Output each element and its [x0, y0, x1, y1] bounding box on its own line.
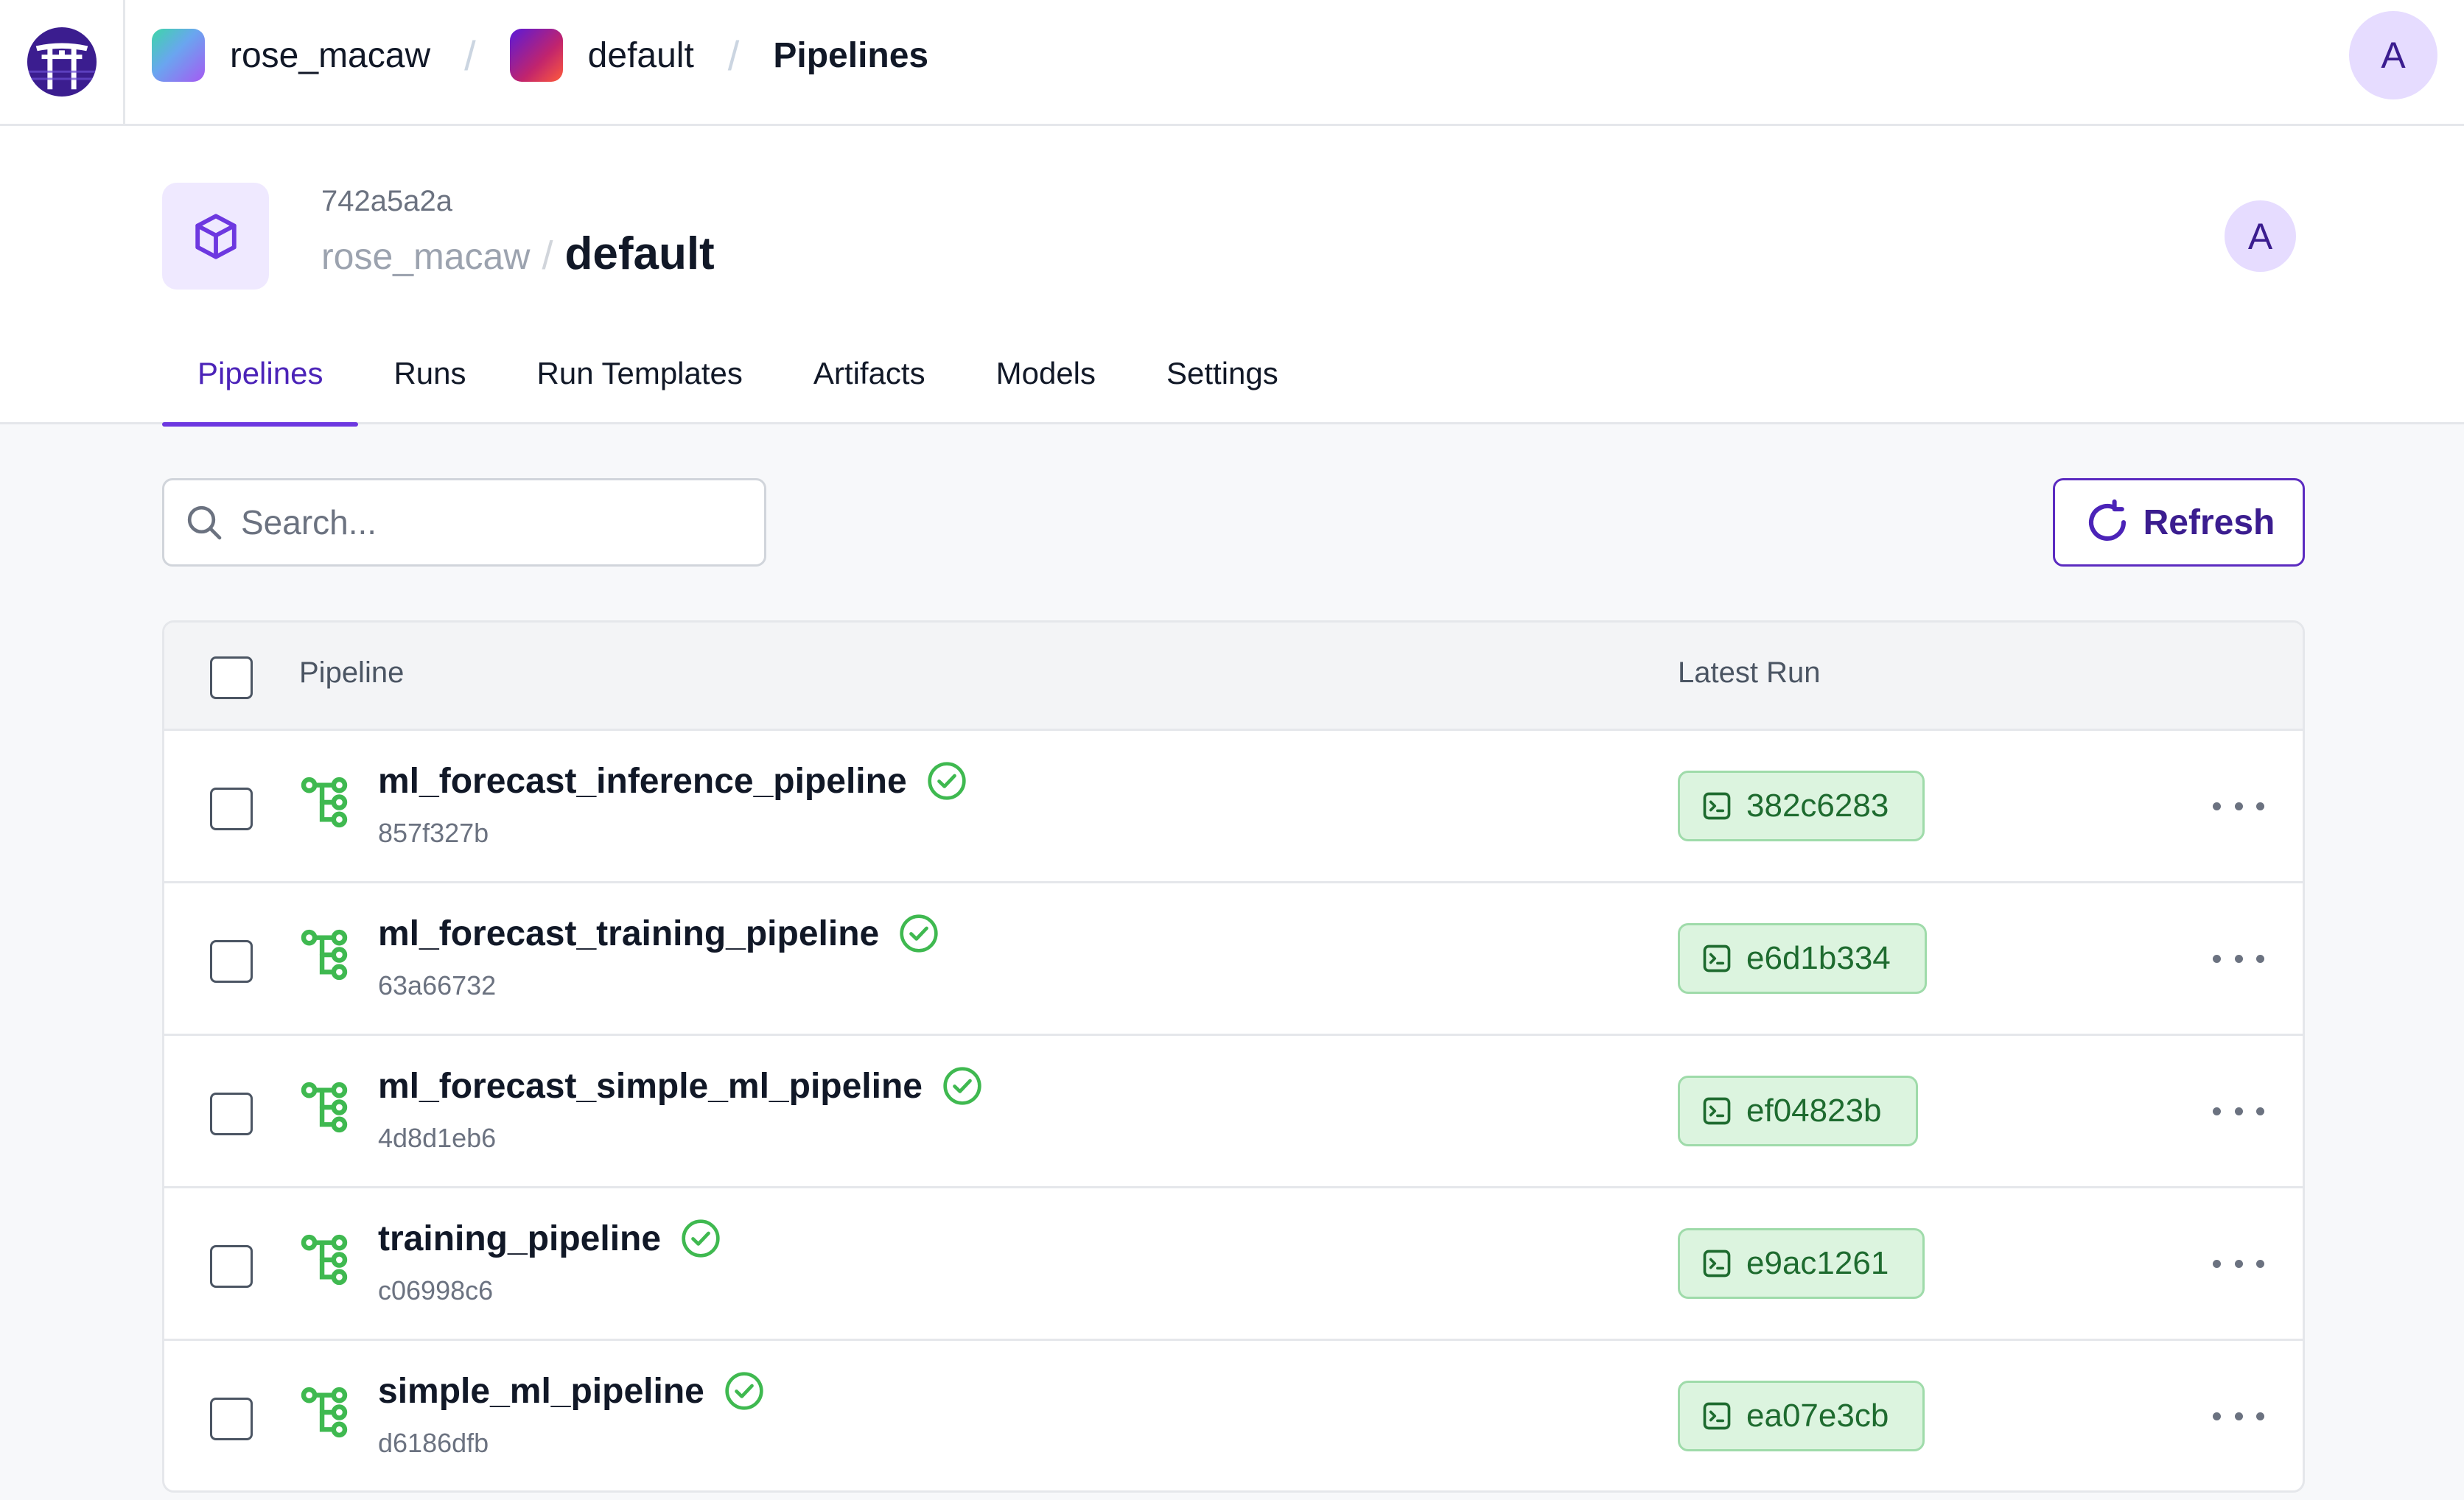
breadcrumb-tenant[interactable]: rose_macaw — [152, 29, 430, 82]
terminal-icon — [1703, 1250, 1731, 1278]
pipeline-id: 857f327b — [378, 818, 489, 848]
check-circle-icon — [927, 762, 966, 800]
tab-artifacts[interactable]: Artifacts — [778, 347, 961, 424]
pipeline-name-label: training_pipeline — [378, 1219, 662, 1258]
latest-run-badge[interactable]: ea07e3cb — [1678, 1381, 1925, 1451]
more-horizontal-icon[interactable] — [2213, 791, 2264, 821]
table-row[interactable]: training_pipeline c06998c6 e9ac1261 — [164, 1188, 2303, 1341]
breadcrumb-current-page: Pipelines — [773, 35, 929, 75]
select-all-checkbox[interactable] — [210, 656, 253, 699]
latest-run-badge[interactable]: ef04823b — [1678, 1076, 1918, 1146]
terminal-icon — [1703, 944, 1731, 972]
table-body: ml_forecast_inference_pipeline 857f327b … — [164, 731, 2303, 1490]
breadcrumb-workspace[interactable]: default — [509, 29, 694, 82]
pipeline-id: 4d8d1eb6 — [378, 1123, 497, 1153]
pipeline-tree-icon — [301, 1387, 348, 1438]
breadcrumb-workspace-label: default — [587, 35, 694, 75]
project-name: default — [564, 228, 715, 279]
breadcrumb: rose_macaw / default / Pipelines — [152, 0, 928, 111]
table-row[interactable]: ml_forecast_inference_pipeline 857f327b … — [164, 731, 2303, 883]
refresh-button-label: Refresh — [2143, 502, 2275, 542]
row-checkbox[interactable] — [210, 1245, 253, 1288]
search-input[interactable] — [241, 502, 742, 542]
tab-settings[interactable]: Settings — [1131, 347, 1314, 424]
check-circle-icon — [900, 914, 938, 953]
table-row[interactable]: ml_forecast_simple_ml_pipeline 4d8d1eb6 … — [164, 1036, 2303, 1188]
row-checkbox[interactable] — [210, 788, 253, 830]
pipeline-name[interactable]: simple_ml_pipeline — [378, 1370, 765, 1412]
latest-run-badge[interactable]: 382c6283 — [1678, 771, 1925, 841]
pipeline-name-label: ml_forecast_training_pipeline — [378, 914, 880, 953]
tenant-avatar — [152, 29, 205, 82]
project-title-separator: / — [542, 234, 553, 278]
project-icon-tile — [162, 183, 269, 290]
project-avatar[interactable]: A — [2225, 200, 2296, 272]
pipeline-name[interactable]: training_pipeline — [378, 1218, 721, 1259]
check-circle-icon — [725, 1372, 763, 1410]
cube-icon — [195, 213, 237, 259]
refresh-icon — [2088, 499, 2126, 541]
pipeline-name[interactable]: ml_forecast_inference_pipeline — [378, 760, 967, 802]
pipeline-tree-icon — [301, 1234, 348, 1286]
terminal-icon — [1703, 1402, 1731, 1430]
breadcrumb-separator: / — [464, 32, 476, 79]
project-parent-link[interactable]: rose_macaw — [321, 235, 530, 278]
check-circle-icon — [943, 1067, 981, 1105]
pipeline-name-label: simple_ml_pipeline — [378, 1371, 704, 1411]
pipeline-name-label: ml_forecast_simple_ml_pipeline — [378, 1066, 923, 1106]
search-icon — [187, 505, 222, 540]
torii-gate-logo-icon — [27, 27, 97, 97]
column-header-latest-run: Latest Run — [1678, 656, 1821, 689]
row-checkbox[interactable] — [210, 940, 253, 983]
pipeline-name[interactable]: ml_forecast_simple_ml_pipeline — [378, 1065, 983, 1107]
table-header: Pipeline Latest Run — [164, 623, 2303, 731]
column-header-pipeline: Pipeline — [299, 656, 405, 689]
app-logo[interactable] — [0, 0, 125, 124]
project-header: 742a5a2a rose_macaw / default A Pipeline… — [0, 126, 2464, 427]
top-navigation-bar: rose_macaw / default / Pipelines A — [0, 0, 2464, 126]
pipeline-name-label: ml_forecast_inference_pipeline — [378, 761, 907, 801]
workspace-avatar — [509, 29, 563, 82]
breadcrumb-separator: / — [727, 32, 740, 79]
latest-run-id: e6d1b334 — [1746, 940, 1891, 976]
pipeline-tree-icon — [301, 1082, 348, 1133]
tab-pipelines[interactable]: Pipelines — [162, 347, 359, 427]
more-horizontal-icon[interactable] — [2213, 1249, 2264, 1278]
breadcrumb-tenant-label: rose_macaw — [230, 35, 431, 75]
tab-models[interactable]: Models — [961, 347, 1131, 424]
pipeline-id: 63a66732 — [378, 970, 497, 1000]
tab-runs[interactable]: Runs — [358, 347, 501, 424]
project-id: 742a5a2a — [321, 185, 452, 217]
refresh-button[interactable]: Refresh — [2053, 478, 2305, 567]
latest-run-id: ea07e3cb — [1746, 1398, 1889, 1434]
row-checkbox[interactable] — [210, 1398, 253, 1440]
pipeline-id: c06998c6 — [378, 1275, 494, 1306]
table-row[interactable]: ml_forecast_training_pipeline 63a66732 e… — [164, 883, 2303, 1036]
more-horizontal-icon[interactable] — [2213, 944, 2264, 973]
pipeline-tree-icon — [301, 929, 348, 981]
latest-run-id: ef04823b — [1746, 1093, 1882, 1129]
user-avatar[interactable]: A — [2349, 11, 2437, 99]
pipeline-id: d6186dfb — [378, 1428, 489, 1458]
more-horizontal-icon[interactable] — [2213, 1401, 2264, 1431]
row-checkbox[interactable] — [210, 1093, 253, 1135]
latest-run-badge[interactable]: e9ac1261 — [1678, 1228, 1925, 1299]
search-box — [162, 478, 766, 567]
tab-run-templates[interactable]: Run Templates — [502, 347, 778, 424]
terminal-icon — [1703, 792, 1731, 820]
latest-run-badge[interactable]: e6d1b334 — [1678, 923, 1927, 994]
pipeline-tree-icon — [301, 777, 348, 828]
more-horizontal-icon[interactable] — [2213, 1096, 2264, 1126]
table-row[interactable]: simple_ml_pipeline d6186dfb ea07e3cb — [164, 1341, 2303, 1490]
latest-run-id: e9ac1261 — [1746, 1245, 1889, 1281]
pipeline-name[interactable]: ml_forecast_training_pipeline — [378, 913, 939, 954]
latest-run-id: 382c6283 — [1746, 788, 1889, 824]
project-tabs: Pipelines Runs Run Templates Artifacts M… — [162, 347, 1314, 427]
terminal-icon — [1703, 1097, 1731, 1125]
project-title: rose_macaw / default — [321, 228, 715, 280]
check-circle-icon — [682, 1219, 720, 1258]
pipelines-table: Pipeline Latest Run ml_forecast_inferenc… — [162, 620, 2305, 1493]
